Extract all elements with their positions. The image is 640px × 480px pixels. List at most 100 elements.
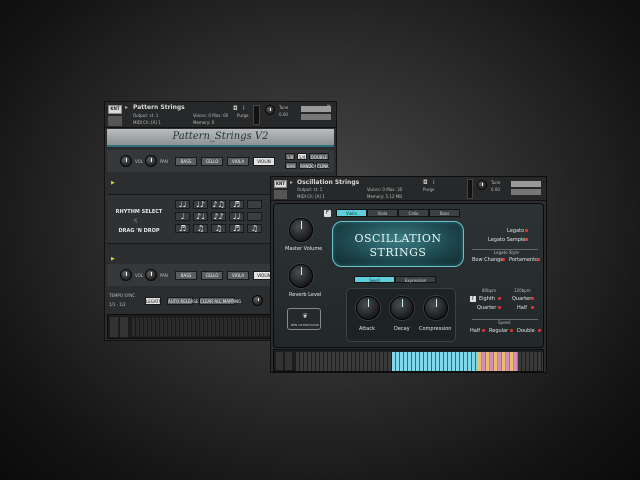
piano-keys-upper[interactable] (518, 352, 543, 371)
legato-button[interactable]: LEGATO (145, 297, 162, 305)
auto-release-button[interactable]: AUTO RELEASE (167, 297, 198, 305)
output-value-2[interactable]: st. 1 (314, 187, 323, 192)
pitch-wheel-2[interactable] (276, 352, 283, 370)
viola-button-bottom[interactable]: VIOLA (227, 271, 249, 280)
tune-knob[interactable] (265, 105, 275, 115)
instrument-title[interactable]: Pattern Strings (133, 104, 185, 111)
eighth-led[interactable] (498, 297, 501, 300)
speed-double-led[interactable] (538, 329, 541, 332)
sync-f-icon[interactable]: F (470, 296, 476, 302)
mode-eighth-button[interactable]: 1/8 (285, 153, 295, 160)
rhythm-pattern-1[interactable]: ♩♩ (175, 200, 190, 209)
max-value[interactable]: 60 (223, 113, 228, 118)
collapse-icon[interactable]: ▸ (125, 104, 133, 111)
decay-knob[interactable] (390, 296, 414, 320)
rhythm-pattern-4[interactable]: ♬ (229, 200, 244, 209)
rhythm-pattern-7[interactable]: ♪♩ (193, 212, 208, 221)
master-volume-label: Master Volume (285, 246, 323, 252)
attack-knob[interactable] (356, 296, 380, 320)
f-badge-icon[interactable]: F (324, 210, 331, 217)
mode-bar-button[interactable]: BAR (285, 162, 297, 169)
rhythm-pattern-14[interactable]: ♬ (229, 224, 244, 233)
rhythm-pattern-11[interactable]: ♬ (175, 224, 190, 233)
rhythm-pattern-2[interactable]: ♩♪ (193, 200, 208, 209)
vol-knob-top[interactable] (120, 155, 132, 167)
viola-button-top[interactable]: VIOLA (227, 157, 249, 166)
camera-icon[interactable]: ◘ (233, 105, 238, 112)
bass-button-top[interactable]: BASS (175, 157, 197, 166)
rhythm-pattern-5[interactable] (247, 200, 262, 209)
purge-button-2[interactable]: Purge (423, 187, 434, 192)
oscillation-strings-window: KNT ▸ Oscillation Strings Output: st. 1 … (270, 176, 547, 373)
volume-meter-bottom-2 (511, 189, 541, 195)
rhythm-pattern-8[interactable]: ♪♪ (211, 212, 226, 221)
mode-clink-button[interactable]: CLINK (316, 162, 329, 169)
bass-button-bottom[interactable]: BASS (175, 271, 197, 280)
speed-half-led[interactable] (482, 329, 485, 332)
purge-button[interactable]: Purge (237, 113, 248, 118)
piano-keys-keyswitch[interactable] (478, 352, 518, 371)
tab-bass[interactable]: Bass (429, 209, 460, 217)
release-knob[interactable] (252, 295, 263, 306)
piano-keys-inactive[interactable] (296, 352, 392, 371)
collapse-icon-2[interactable]: ▸ (290, 179, 293, 186)
violin-button-top[interactable]: VIOLIN (253, 157, 275, 166)
midi-value[interactable]: [A] 1 (151, 120, 161, 125)
info-icon-2[interactable]: i (433, 179, 435, 186)
master-volume-knob[interactable] (289, 218, 313, 242)
piano-keys-mapped[interactable] (392, 352, 478, 371)
mode-double-button[interactable]: DOUBLE (309, 153, 329, 160)
max-value-2[interactable]: 30 (397, 187, 402, 192)
clear-all-mapping-button[interactable]: CLEAR ALL MAPPING (199, 297, 241, 305)
tempo-sync-value[interactable]: 1/1 · 1/2 (109, 302, 126, 307)
quarter-left-label: Quarter (477, 305, 497, 311)
rhythm-pattern-6[interactable]: ♩ (175, 212, 190, 221)
title-plate: OSCILLATION STRINGS (332, 221, 464, 267)
tab-viola[interactable]: Viola (367, 209, 398, 217)
rhythm-pattern-9[interactable]: ♩♩ (229, 212, 244, 221)
midi-value-2[interactable]: [A] 1 (315, 194, 325, 199)
tune-value[interactable]: 0.00 (279, 112, 288, 117)
cello-button-bottom[interactable]: CELLO (201, 271, 223, 280)
camera-icon-2[interactable]: ◘ (423, 179, 428, 186)
tab-violin[interactable]: Violin (336, 209, 367, 217)
tune-knob-2[interactable] (477, 180, 487, 190)
tab-swell[interactable]: Swell (354, 276, 395, 283)
rhythm-pattern-10[interactable] (247, 212, 262, 221)
pan-knob-top[interactable] (145, 155, 157, 167)
rhythm-pattern-15[interactable]: ♫ (247, 224, 262, 233)
mode-quarter-button[interactable]: 1/4 (297, 153, 307, 160)
output-value[interactable]: st. 1 (150, 113, 159, 118)
info-icon[interactable]: i (243, 105, 245, 112)
tab-expression[interactable]: Expression (395, 276, 436, 283)
instrument-title-2[interactable]: Oscillation Strings (297, 179, 359, 186)
rhythm-pattern-13[interactable]: ♫ (211, 224, 226, 233)
tune-value-2[interactable]: 0.00 (491, 187, 500, 192)
speed-regular-led[interactable] (510, 329, 513, 332)
pan-knob-bottom[interactable] (145, 269, 157, 281)
brand-name: BEN OSTERHOUSE (291, 323, 319, 327)
drag-hand-icon: ☝ (133, 217, 138, 225)
bow-change-led[interactable] (502, 258, 505, 261)
portamento-led[interactable] (537, 258, 540, 261)
midi-label: MIDI Ch: (133, 120, 150, 125)
quarter-right-led[interactable] (531, 297, 534, 300)
cello-button-top[interactable]: CELLO (201, 157, 223, 166)
solo-mute-strip-2[interactable] (467, 179, 473, 199)
pitch-wheel[interactable] (110, 317, 118, 337)
half-right-led[interactable] (531, 306, 534, 309)
solo-mute-strip[interactable] (253, 105, 260, 125)
close-icon[interactable]: × (326, 103, 331, 110)
vol-knob-bottom[interactable] (120, 269, 132, 281)
mod-wheel-2[interactable] (285, 352, 292, 370)
mod-wheel[interactable] (120, 317, 128, 337)
rhythm-pattern-3[interactable]: ♪♫ (211, 200, 226, 209)
compression-knob[interactable] (424, 296, 448, 320)
mode-random-button[interactable]: RANDOM (299, 162, 318, 169)
quarter-left-led[interactable] (498, 306, 501, 309)
legato-led[interactable] (525, 229, 528, 232)
legato-samples-led[interactable] (525, 238, 528, 241)
tab-cello[interactable]: Cello (398, 209, 429, 217)
reverb-level-knob[interactable] (289, 264, 313, 288)
rhythm-pattern-12[interactable]: ♫ (193, 224, 208, 233)
